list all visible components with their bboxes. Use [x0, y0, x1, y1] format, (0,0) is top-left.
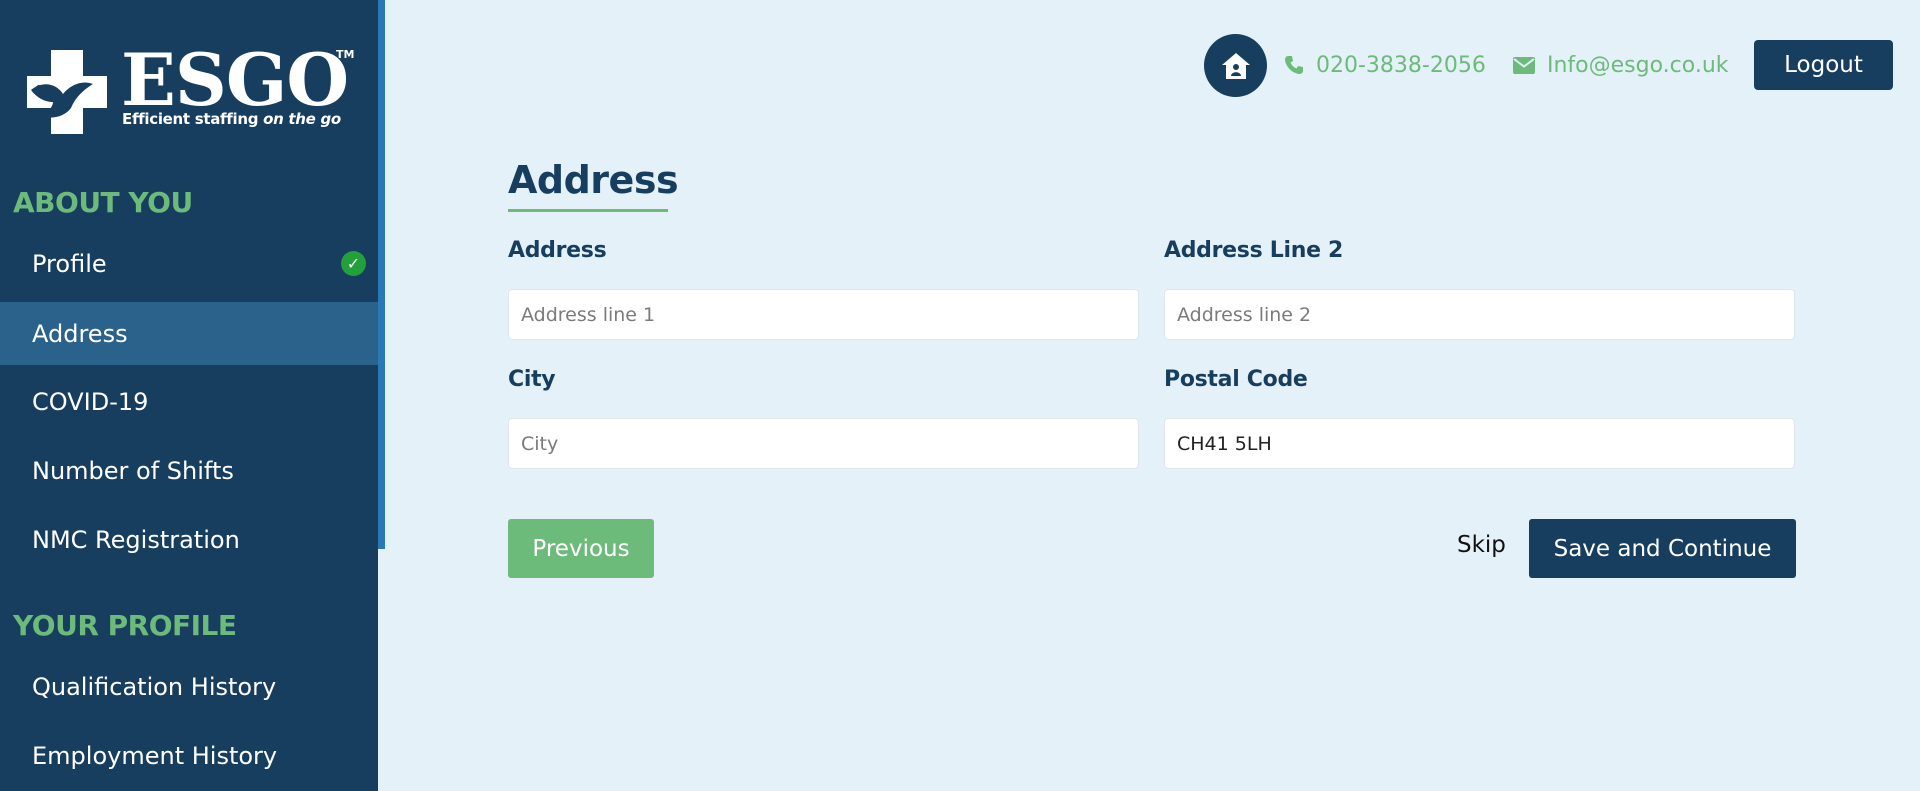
logo-cross-dove-icon — [27, 50, 107, 134]
sidebar-item-employment-history[interactable]: Employment History — [0, 724, 378, 787]
phone-number: 020-3838-2056 — [1316, 52, 1486, 78]
check-icon: ✓ — [341, 251, 366, 276]
address-line2-input[interactable] — [1164, 289, 1795, 340]
logo-wordmark: ESGO — [121, 37, 349, 122]
previous-button[interactable]: Previous — [508, 519, 654, 578]
sidebar-item-label: NMC Registration — [32, 525, 240, 554]
sidebar-item-label: Profile — [32, 249, 107, 278]
city-input[interactable] — [508, 418, 1139, 469]
sidebar-item-label: Qualification History — [32, 672, 277, 701]
postal-code-label: Postal Code — [1164, 367, 1308, 392]
phone-contact[interactable]: 020-3838-2056 — [1284, 48, 1486, 82]
address-line2-label: Address Line 2 — [1164, 238, 1344, 263]
sidebar-item-label: COVID-19 — [32, 387, 149, 416]
email-address: Info@esgo.co.uk — [1547, 52, 1729, 78]
page-title: Address — [508, 158, 679, 202]
sidebar-item-label: Address — [32, 319, 128, 348]
email-contact[interactable]: Info@esgo.co.uk — [1513, 48, 1729, 82]
sidebar-item-address[interactable]: Address — [0, 302, 378, 365]
sidebar: ESGO TM Efficient staffing on the go ABO… — [0, 0, 378, 791]
sidebar-heading-about-you: ABOUT YOU — [13, 186, 193, 219]
phone-icon — [1285, 56, 1303, 74]
sidebar-item-label: Number of Shifts — [32, 456, 234, 485]
home-button[interactable] — [1204, 34, 1267, 97]
sidebar-item-label: Employment History — [32, 741, 278, 770]
logout-button[interactable]: Logout — [1754, 40, 1893, 90]
logo-tagline-prefix: Efficient staffing — [122, 110, 259, 128]
save-and-continue-button[interactable]: Save and Continue — [1529, 519, 1796, 578]
envelope-icon — [1513, 56, 1535, 74]
sidebar-item-profile[interactable]: Profile ✓ — [0, 232, 378, 295]
logo-tagline-suffix: on the go — [263, 110, 341, 128]
postal-code-input[interactable] — [1164, 418, 1795, 469]
sidebar-item-nmc-registration[interactable]: NMC Registration — [0, 508, 378, 571]
address-line1-input[interactable] — [508, 289, 1139, 340]
esgo-logo[interactable]: ESGO TM Efficient staffing on the go — [27, 40, 357, 136]
logo-trademark: TM — [336, 48, 355, 61]
sidebar-item-qualification-history[interactable]: Qualification History — [0, 655, 378, 718]
skip-link[interactable]: Skip — [1457, 532, 1506, 558]
sidebar-item-number-of-shifts[interactable]: Number of Shifts — [0, 439, 378, 502]
address-line1-label: Address — [508, 238, 607, 263]
city-label: City — [508, 367, 556, 392]
logo-tagline: Efficient staffing on the go — [122, 110, 341, 128]
home-icon — [1221, 52, 1250, 79]
sidebar-item-covid-19[interactable]: COVID-19 — [0, 370, 378, 433]
sidebar-heading-your-profile: YOUR PROFILE — [13, 609, 237, 642]
title-underline — [508, 209, 668, 212]
sidebar-scrollbar[interactable] — [378, 0, 385, 549]
